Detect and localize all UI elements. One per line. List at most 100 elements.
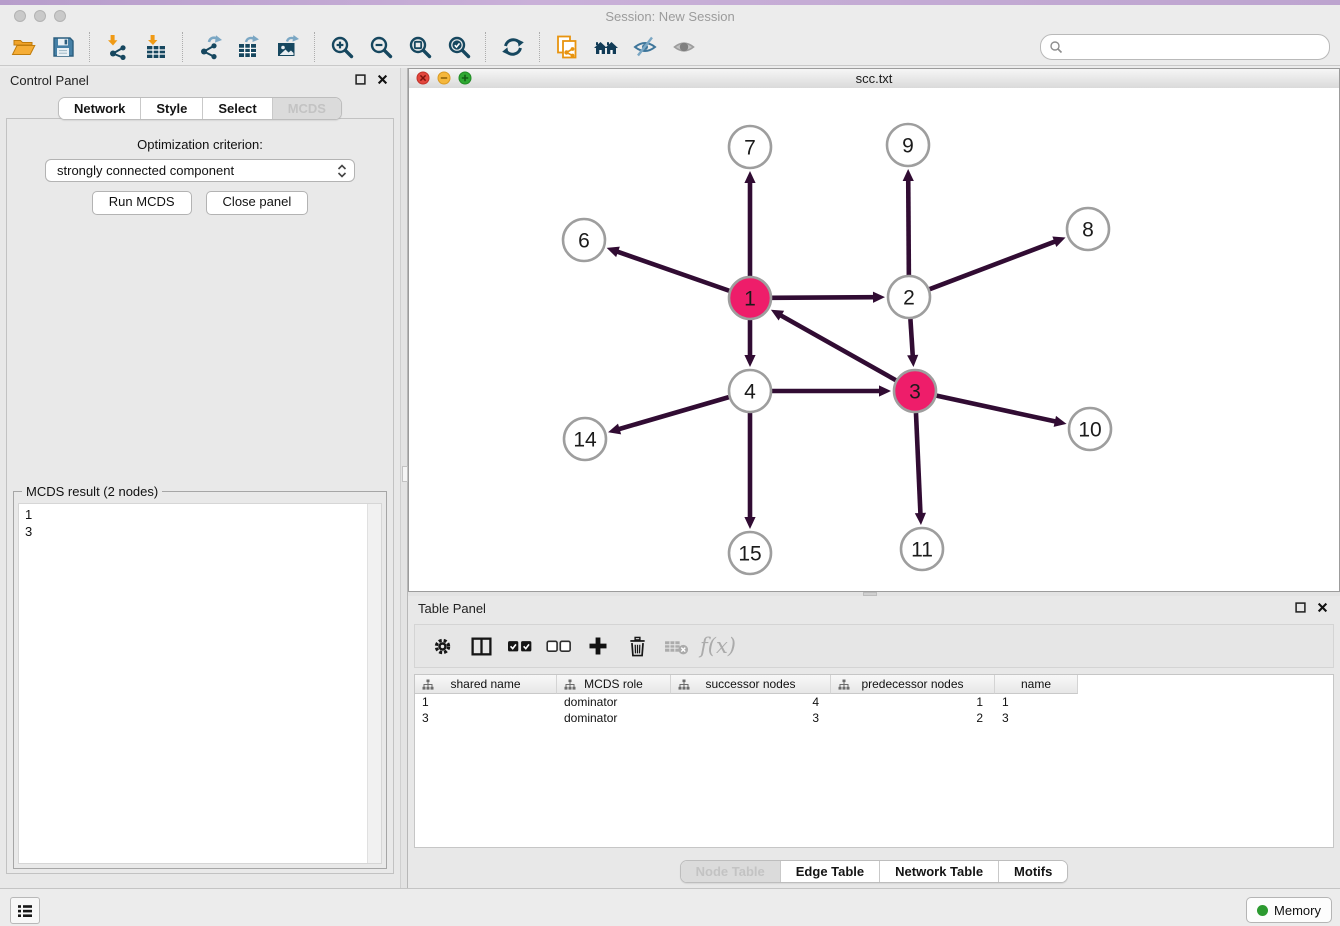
hide-selected-button[interactable] <box>625 30 664 64</box>
graph-node-label: 3 <box>909 381 921 404</box>
mcds-result-title: MCDS result (2 nodes) <box>22 484 162 499</box>
table-cell[interactable]: 1 <box>831 694 995 710</box>
column-hierarchy-icon <box>838 679 850 691</box>
table-cell[interactable]: 3 <box>671 710 831 726</box>
zoom-selected-button[interactable] <box>439 30 478 64</box>
criterion-dropdown[interactable]: strongly connected component <box>45 159 355 182</box>
graph-edge-3-1[interactable] <box>780 315 896 381</box>
table-panel-tabs: Node TableEdge TableNetwork TableMotifs <box>680 860 1069 883</box>
graph-edge-3-11[interactable] <box>916 413 921 515</box>
select-all-columns-button[interactable] <box>505 631 535 661</box>
refresh-layout-button[interactable] <box>493 30 532 64</box>
close-panel-icon[interactable] <box>377 74 388 85</box>
graph-edge-arrowhead <box>879 385 891 396</box>
mcds-result-box[interactable]: 13 <box>18 503 382 864</box>
graph-node-label: 14 <box>573 429 597 452</box>
column-hierarchy-icon <box>564 679 576 691</box>
close-panel-icon[interactable] <box>1317 602 1328 613</box>
table-cell[interactable]: 3 <box>995 710 1078 726</box>
table-cell[interactable]: 1 <box>995 694 1078 710</box>
zoom-out-button[interactable] <box>361 30 400 64</box>
float-panel-icon[interactable] <box>1295 602 1306 613</box>
tab-motifs[interactable]: Motifs <box>998 861 1067 882</box>
node-table: shared nameMCDS rolesuccessor nodesprede… <box>414 674 1334 848</box>
zoom-in-button[interactable] <box>322 30 361 64</box>
table-header-row: shared nameMCDS rolesuccessor nodesprede… <box>415 675 1333 694</box>
export-table-button[interactable] <box>229 30 268 64</box>
memory-button[interactable]: Memory <box>1246 897 1332 923</box>
table-row[interactable]: 1dominator411 <box>415 694 1333 710</box>
save-session-button[interactable] <box>43 30 82 64</box>
graph-edge-2-3[interactable] <box>910 319 912 357</box>
search-input[interactable] <box>1067 37 1321 57</box>
houses-icon <box>593 34 619 60</box>
graph-edge-arrowhead <box>744 355 755 367</box>
result-scrollbar[interactable] <box>367 504 381 863</box>
close-panel-button[interactable]: Close panel <box>206 191 309 215</box>
memory-status-dot <box>1257 905 1268 916</box>
table-cell[interactable]: 1 <box>415 694 557 710</box>
column-header-MCDS-role[interactable]: MCDS role <box>557 675 671 694</box>
graph-edge-2-8[interactable] <box>930 241 1057 289</box>
column-header-predecessor-nodes[interactable]: predecessor nodes <box>831 675 995 694</box>
delete-table-button[interactable] <box>661 631 691 661</box>
checked-boxes-icon <box>507 639 533 654</box>
graph-edge-1-6[interactable] <box>616 251 729 291</box>
tab-network-table[interactable]: Network Table <box>879 861 998 882</box>
vertical-splitter[interactable] <box>400 68 408 888</box>
column-hierarchy-icon <box>678 679 690 691</box>
column-header-shared-name[interactable]: shared name <box>415 675 557 694</box>
clone-network-button[interactable] <box>547 30 586 64</box>
tab-select[interactable]: Select <box>202 98 271 119</box>
first-neighbors-button[interactable] <box>586 30 625 64</box>
tab-edge-table[interactable]: Edge Table <box>780 861 879 882</box>
network-canvas[interactable]: 7968124310141511 <box>409 88 1339 591</box>
toggle-panes-button[interactable] <box>466 631 496 661</box>
export-table-icon <box>236 34 262 60</box>
graph-node-label: 2 <box>903 287 915 310</box>
export-network-button[interactable] <box>190 30 229 64</box>
show-all-button[interactable] <box>664 30 703 64</box>
fx-icon: f(x) <box>700 634 736 658</box>
zoom-fit-button[interactable] <box>400 30 439 64</box>
tab-network[interactable]: Network <box>59 98 140 119</box>
graph-edge-1-2[interactable] <box>772 297 875 298</box>
open-folder-icon <box>11 34 37 60</box>
mcds-result-group: MCDS result (2 nodes) 13 <box>13 491 387 869</box>
tab-style[interactable]: Style <box>140 98 202 119</box>
import-table-button[interactable] <box>136 30 175 64</box>
network-graph: 7968124310141511 <box>409 88 1339 591</box>
table-cell[interactable]: 3 <box>415 710 557 726</box>
function-builder-button[interactable]: f(x) <box>700 631 736 661</box>
mcds-result-item: 1 <box>25 506 32 523</box>
graph-edge-arrowhead <box>907 355 918 367</box>
table-options-button[interactable] <box>427 631 457 661</box>
task-history-button[interactable] <box>10 897 40 924</box>
add-row-button[interactable] <box>583 631 613 661</box>
import-network-icon <box>104 34 130 60</box>
export-image-button[interactable] <box>268 30 307 64</box>
column-header-successor-nodes[interactable]: successor nodes <box>671 675 831 694</box>
column-header-name[interactable]: name <box>995 675 1078 694</box>
import-table-icon <box>143 34 169 60</box>
run-mcds-button[interactable]: Run MCDS <box>92 191 192 215</box>
memory-label: Memory <box>1274 903 1321 918</box>
tab-node-table[interactable]: Node Table <box>681 861 780 882</box>
network-view-window: scc.txt 7968124310141511 <box>408 68 1340 592</box>
table-cell[interactable]: 4 <box>671 694 831 710</box>
graph-edge-2-9[interactable] <box>908 179 909 275</box>
open-session-button[interactable] <box>4 30 43 64</box>
table-cell[interactable]: dominator <box>557 710 671 726</box>
float-panel-icon[interactable] <box>355 74 366 85</box>
table-cell[interactable]: dominator <box>557 694 671 710</box>
import-network-button[interactable] <box>97 30 136 64</box>
network-window-titlebar[interactable]: scc.txt <box>409 69 1339 89</box>
table-cell[interactable]: 2 <box>831 710 995 726</box>
table-row[interactable]: 3dominator323 <box>415 710 1333 726</box>
delete-row-button[interactable] <box>622 631 652 661</box>
tab-mcds[interactable]: MCDS <box>272 98 341 119</box>
list-icon <box>16 902 34 920</box>
graph-edge-4-14[interactable] <box>618 397 729 429</box>
graph-edge-3-10[interactable] <box>936 396 1056 422</box>
deselect-all-columns-button[interactable] <box>544 631 574 661</box>
